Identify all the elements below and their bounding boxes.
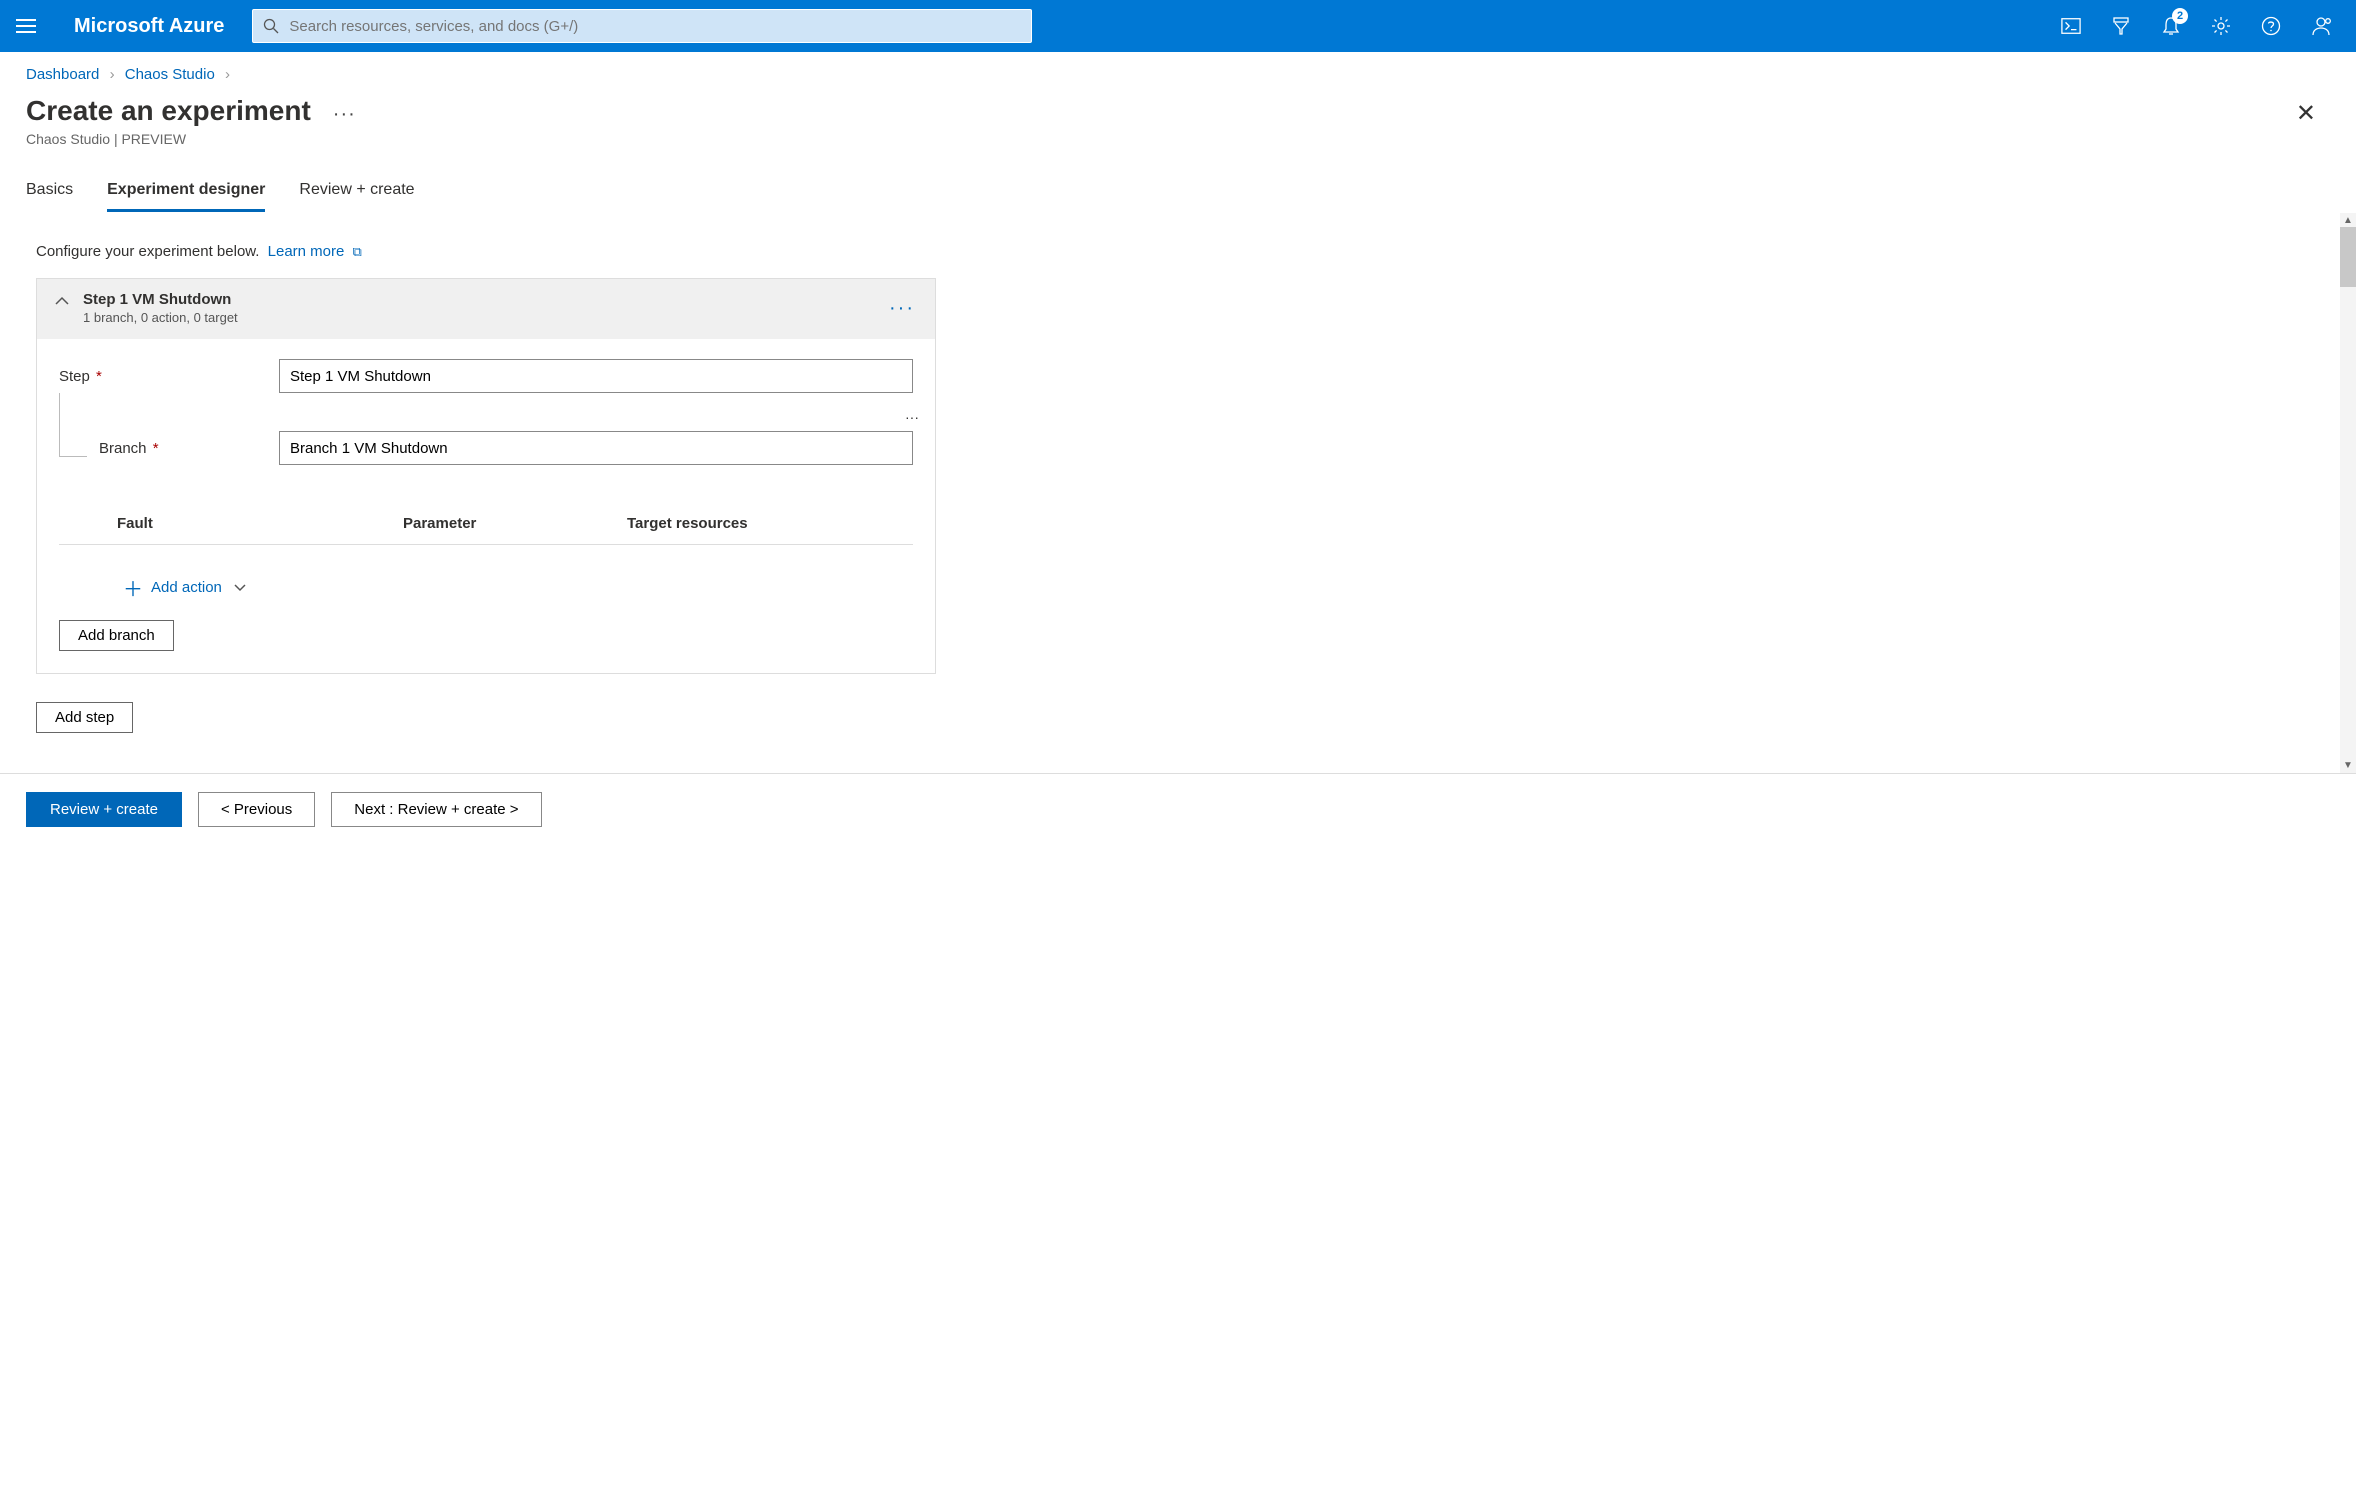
settings-icon[interactable]	[2198, 0, 2244, 52]
breadcrumb-item[interactable]: Dashboard	[26, 66, 99, 83]
tab-review-create[interactable]: Review + create	[299, 181, 414, 212]
brand-label[interactable]: Microsoft Azure	[74, 15, 224, 38]
step-summary: 1 branch, 0 action, 0 target	[83, 310, 238, 325]
search-input[interactable]	[289, 18, 1021, 35]
breadcrumb: Dashboard › Chaos Studio ›	[0, 52, 2356, 87]
chevron-down-icon	[234, 584, 246, 592]
lead-text: Configure your experiment below.	[36, 243, 259, 260]
step-card: Step 1 VM Shutdown 1 branch, 0 action, 0…	[36, 278, 936, 674]
review-create-button[interactable]: Review + create	[26, 792, 182, 827]
page-title: Create an experiment	[26, 95, 311, 127]
tree-line	[59, 393, 60, 457]
topbar-actions: 2	[2048, 0, 2344, 52]
step-title: Step 1 VM Shutdown	[83, 291, 238, 308]
search-wrap	[252, 9, 1032, 43]
notifications-icon[interactable]: 2	[2148, 0, 2194, 52]
branch-more-icon[interactable]: ···	[905, 409, 919, 425]
branch-label: Branch	[99, 440, 147, 457]
actions-columns-header: Fault Parameter Target resources	[59, 515, 913, 545]
add-step-button[interactable]: Add step	[36, 702, 133, 733]
tabs: Basics Experiment designer Review + crea…	[0, 153, 2356, 213]
menu-toggle[interactable]	[12, 13, 40, 39]
cloud-shell-icon[interactable]	[2048, 0, 2094, 52]
wizard-footer: Review + create < Previous Next : Review…	[0, 773, 2356, 845]
learn-more-link[interactable]: Learn more ⧉	[268, 243, 362, 260]
col-target: Target resources	[627, 515, 827, 532]
page-subtitle: Chaos Studio | PREVIEW	[26, 131, 311, 147]
notification-badge: 2	[2172, 8, 2188, 24]
account-icon[interactable]	[2298, 0, 2344, 52]
close-icon[interactable]: ✕	[2286, 95, 2326, 132]
page-header: Create an experiment Chaos Studio | PREV…	[0, 87, 2356, 153]
page-more-icon[interactable]: ···	[333, 103, 356, 126]
next-button[interactable]: Next : Review + create >	[331, 792, 541, 827]
chevron-right-icon: ›	[225, 66, 230, 83]
lead-text-row: Configure your experiment below. Learn m…	[36, 243, 2320, 260]
step-body: Step * ··· Branch * Fault	[37, 339, 935, 673]
plus-icon: ＋	[123, 573, 143, 602]
required-icon: *	[153, 440, 159, 457]
branch-name-input[interactable]	[279, 431, 913, 465]
col-fault: Fault	[117, 515, 403, 532]
chevron-right-icon: ›	[110, 66, 115, 83]
step-more-icon[interactable]: ···	[889, 297, 915, 320]
step-name-row: Step *	[59, 359, 913, 393]
scroll-down-icon[interactable]: ▼	[2343, 760, 2353, 771]
search-box[interactable]	[252, 9, 1032, 43]
scroll-thumb[interactable]	[2340, 227, 2356, 287]
required-icon: *	[96, 368, 102, 385]
step-header[interactable]: Step 1 VM Shutdown 1 branch, 0 action, 0…	[37, 279, 935, 339]
scrollbar[interactable]: ▲ ▼	[2340, 213, 2356, 773]
breadcrumb-item[interactable]: Chaos Studio	[125, 66, 215, 83]
step-label: Step	[59, 368, 90, 385]
add-branch-button[interactable]: Add branch	[59, 620, 174, 651]
add-action-label: Add action	[151, 579, 222, 596]
scroll-up-icon[interactable]: ▲	[2343, 215, 2353, 226]
col-parameter: Parameter	[403, 515, 627, 532]
collapse-icon[interactable]	[55, 296, 69, 306]
add-action-button[interactable]: ＋ Add action	[123, 573, 913, 602]
step-name-input[interactable]	[279, 359, 913, 393]
main-content[interactable]: Configure your experiment below. Learn m…	[0, 213, 2356, 773]
previous-button[interactable]: < Previous	[198, 792, 315, 827]
tab-experiment-designer[interactable]: Experiment designer	[107, 181, 265, 212]
help-icon[interactable]	[2248, 0, 2294, 52]
filter-icon[interactable]	[2098, 0, 2144, 52]
external-link-icon: ⧉	[353, 244, 362, 259]
topbar: Microsoft Azure 2	[0, 0, 2356, 52]
search-icon	[263, 18, 279, 34]
tree-line	[59, 456, 87, 457]
tab-basics[interactable]: Basics	[26, 181, 73, 212]
